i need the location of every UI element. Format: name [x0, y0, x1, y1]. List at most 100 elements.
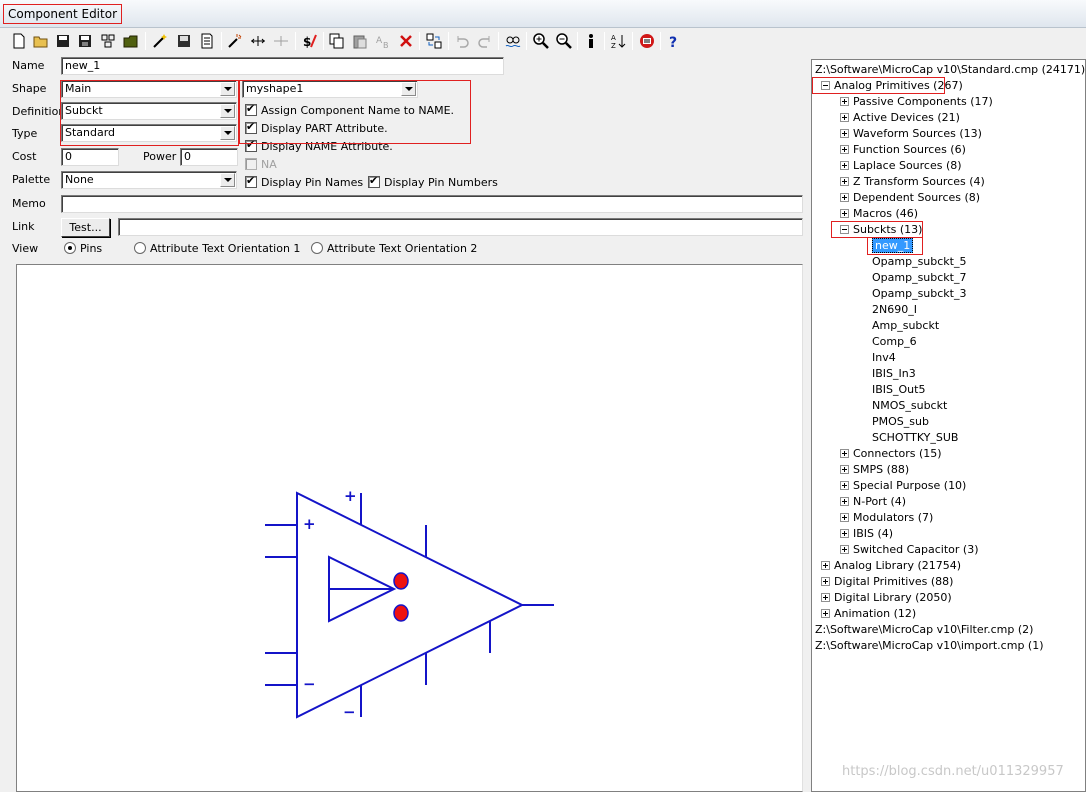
link-field[interactable] [118, 218, 803, 236]
tree-item[interactable]: IBIS (4) [840, 526, 893, 542]
assign-name-checkbox[interactable] [245, 102, 257, 116]
expand-icon[interactable] [840, 465, 849, 474]
expand-icon[interactable] [840, 177, 849, 186]
tree-item[interactable]: Waveform Sources (13) [840, 126, 982, 142]
pin-add-icon[interactable] [248, 31, 268, 51]
tree-item[interactable]: Special Purpose (10) [840, 478, 966, 494]
definition-combo[interactable]: Subckt [61, 102, 237, 120]
display-pin-numbers-checkbox[interactable] [368, 174, 380, 188]
tree-item[interactable]: Z Transform Sources (4) [840, 174, 985, 190]
power-field[interactable]: 0 [180, 148, 238, 166]
collapse-icon[interactable] [821, 81, 830, 90]
view-attr1-radio[interactable] [134, 242, 146, 254]
zoom-out-icon[interactable] [554, 31, 574, 51]
tree-item-subckt[interactable]: IBIS_In3 [872, 366, 916, 382]
tree-root-filter[interactable]: Z:\Software\MicroCap v10\Filter.cmp (2) [815, 622, 1033, 638]
sort-icon[interactable]: AZ [609, 31, 629, 51]
folder-icon[interactable] [121, 31, 141, 51]
help-icon[interactable]: ? [664, 31, 684, 51]
document-icon[interactable] [197, 31, 217, 51]
tree-item[interactable]: Function Sources (6) [840, 142, 966, 158]
expand-icon[interactable] [840, 161, 849, 170]
expand-icon[interactable] [840, 193, 849, 202]
tree-item-subckt[interactable]: Amp_subckt [872, 318, 939, 334]
stop-icon[interactable] [637, 31, 657, 51]
cost-field[interactable]: 0 [61, 148, 119, 166]
tree-item[interactable]: Laplace Sources (8) [840, 158, 962, 174]
expand-icon[interactable] [821, 561, 830, 570]
chevron-down-icon[interactable] [220, 173, 235, 187]
tree-item[interactable]: N-Port (4) [840, 494, 906, 510]
chevron-down-icon[interactable] [220, 126, 235, 140]
tree-item-subckt[interactable]: SCHOTTKY_SUB [872, 430, 958, 446]
open-icon[interactable] [31, 31, 51, 51]
type-combo[interactable]: Standard [61, 124, 237, 142]
disk-icon[interactable] [174, 31, 194, 51]
display-part-checkbox[interactable] [245, 120, 257, 134]
tree-item-subckt[interactable]: Inv4 [872, 350, 896, 366]
palette-combo[interactable]: None [61, 171, 237, 189]
display-pin-names-checkbox[interactable] [245, 174, 257, 188]
tree-item-subckt[interactable]: Opamp_subckt_5 [872, 254, 967, 270]
tree-item-subckt[interactable]: Opamp_subckt_3 [872, 286, 967, 302]
shape-combo[interactable]: Main [61, 80, 237, 98]
tree-item[interactable]: Switched Capacitor (3) [840, 542, 979, 558]
view-attr2-radio[interactable] [311, 242, 323, 254]
tree-item-subckt[interactable]: PMOS_sub [872, 414, 929, 430]
tree-item[interactable]: Animation (12) [821, 606, 916, 622]
tree-item[interactable]: Connectors (15) [840, 446, 942, 462]
expand-icon[interactable] [840, 145, 849, 154]
na-checkbox[interactable] [245, 158, 257, 170]
expand-icon[interactable] [840, 129, 849, 138]
expand-icon[interactable] [840, 545, 849, 554]
test-button[interactable]: Test... [61, 218, 110, 237]
tree-item[interactable]: Macros (46) [840, 206, 918, 222]
new-icon[interactable] [9, 31, 29, 51]
tree-item-new-1[interactable]: new_1 [872, 238, 914, 254]
expand-icon[interactable] [840, 97, 849, 106]
tree-item-subckt[interactable]: Opamp_subckt_7 [872, 270, 967, 286]
tree-root-standard[interactable]: Z:\Software\MicroCap v10\Standard.cmp (2… [815, 62, 1085, 78]
shape2-combo[interactable]: myshape1 [242, 80, 418, 98]
tree-item[interactable]: Modulators (7) [840, 510, 933, 526]
tree-item-subckt[interactable]: 2N690_I [872, 302, 917, 318]
expand-icon[interactable] [840, 481, 849, 490]
tree-item-subckts[interactable]: Subckts (13) [840, 222, 922, 238]
merge-icon[interactable] [424, 31, 444, 51]
memo-field[interactable] [61, 195, 803, 213]
chevron-down-icon[interactable] [220, 82, 235, 96]
redo-icon[interactable] [475, 31, 495, 51]
save-icon[interactable] [53, 31, 73, 51]
info-icon[interactable] [581, 31, 601, 51]
magic-wand-icon[interactable] [225, 31, 245, 51]
tree-item-subckt[interactable]: NMOS_subckt [872, 398, 947, 414]
opamp-symbol[interactable]: + + − − [17, 265, 802, 791]
name-field[interactable]: new_1 [61, 57, 504, 75]
tree-item-analog-primitives[interactable]: Analog Primitives (267) [821, 78, 963, 94]
find-icon[interactable] [503, 31, 523, 51]
wand-icon[interactable] [150, 31, 170, 51]
shape-canvas[interactable]: + + − − [16, 264, 803, 792]
chevron-down-icon[interactable] [220, 104, 235, 118]
tree-item[interactable]: Passive Components (17) [840, 94, 993, 110]
tree-item-subckt[interactable]: Comp_6 [872, 334, 917, 350]
expand-icon[interactable] [840, 529, 849, 538]
expand-icon[interactable] [840, 449, 849, 458]
pin-remove-icon[interactable] [271, 31, 291, 51]
tree-item[interactable]: Digital Primitives (88) [821, 574, 953, 590]
save-as-icon[interactable] [75, 31, 95, 51]
tree-item[interactable]: SMPS (88) [840, 462, 909, 478]
tree-item[interactable]: Active Devices (21) [840, 110, 960, 126]
tree-root-import[interactable]: Z:\Software\MicroCap v10\import.cmp (1) [815, 638, 1044, 654]
expand-icon[interactable] [821, 593, 830, 602]
expand-icon[interactable] [840, 513, 849, 522]
expand-icon[interactable] [840, 497, 849, 506]
view-pins-radio[interactable] [64, 242, 76, 254]
expand-icon[interactable] [821, 577, 830, 586]
tree-item[interactable]: Analog Library (21754) [821, 558, 961, 574]
library-icon[interactable] [98, 31, 118, 51]
chevron-down-icon[interactable] [401, 82, 416, 96]
component-tree[interactable]: Z:\Software\MicroCap v10\Standard.cmp (2… [811, 59, 1086, 792]
copy-icon[interactable] [327, 31, 347, 51]
delete-icon[interactable] [396, 31, 416, 51]
